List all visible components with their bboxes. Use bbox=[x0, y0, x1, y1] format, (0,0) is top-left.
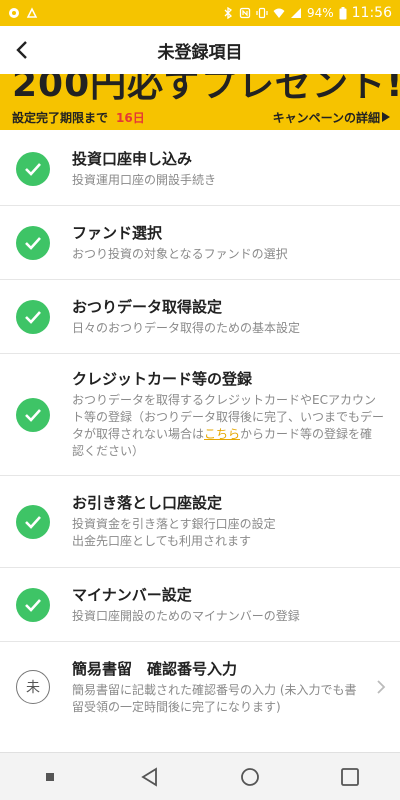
deadline-value: 16日 bbox=[116, 110, 145, 125]
list-item[interactable]: マイナンバー設定 投資口座開設のためのマイナンバーの登録 bbox=[0, 568, 400, 642]
list-item[interactable]: ファンド選択 おつり投資の対象となるファンドの選択 bbox=[0, 206, 400, 280]
item-title: ファンド選択 bbox=[72, 223, 163, 242]
item-title: マイナンバー設定 bbox=[72, 585, 192, 604]
item-subtitle: 投資口座開設のためのマイナンバーの登録 bbox=[72, 608, 300, 623]
check-circle-icon bbox=[16, 225, 50, 260]
check-circle-icon bbox=[16, 151, 50, 186]
vibrate-icon bbox=[256, 7, 268, 19]
nfc-icon bbox=[239, 7, 251, 19]
triangle-right-icon bbox=[382, 112, 390, 122]
item-title: 簡易書留 確認番号入力 bbox=[72, 659, 238, 678]
wifi-icon bbox=[273, 8, 285, 18]
item-title: クレジットカード等の登録 bbox=[72, 370, 253, 388]
chevron-left-icon bbox=[16, 41, 27, 59]
item-subtitle: 投資資金を引き落とす銀行口座の設定 bbox=[72, 517, 276, 531]
clock: 11:56 bbox=[351, 5, 392, 21]
chevron-right-icon bbox=[377, 680, 386, 694]
registration-list: 投資口座申し込み 投資運用口座の開設手続き ファンド選択 おつり投資の対象となる… bbox=[0, 132, 400, 732]
banner-headline: 200円必ずプレゼント!! bbox=[12, 74, 400, 105]
deadline-label: 設定完了期限まで bbox=[12, 110, 109, 125]
app-bar: 未登録項目 bbox=[0, 26, 400, 74]
banner-info-row: 設定完了期限まで 16日 キャンペーンの詳細 bbox=[0, 105, 400, 129]
item-title: おつりデータ取得設定 bbox=[72, 297, 223, 316]
campaign-detail-label: キャンペーンの詳細 bbox=[272, 110, 380, 125]
notification-icon bbox=[26, 7, 38, 18]
check-circle-icon bbox=[16, 504, 50, 539]
confirm-link[interactable]: こちら bbox=[204, 427, 240, 441]
item-subtitle: 出金先口座としても利用されます bbox=[72, 534, 252, 548]
bluetooth-icon bbox=[224, 7, 232, 19]
list-item[interactable]: 投資口座申し込み 投資運用口座の開設手続き bbox=[0, 132, 400, 206]
item-subtitle: 投資運用口座の開設手続き bbox=[72, 172, 217, 187]
list-item[interactable]: クレジットカード等の登録 おつりデータを取得するクレジットカードやECアカウント… bbox=[0, 354, 400, 476]
item-subtitle: おつり投資の対象となるファンドの選択 bbox=[72, 246, 288, 261]
check-circle-icon bbox=[16, 397, 50, 432]
check-circle-icon bbox=[16, 299, 50, 334]
check-circle-icon bbox=[16, 587, 50, 622]
status-bar: 94% 11:56 bbox=[0, 0, 400, 26]
nav-back-button[interactable] bbox=[126, 757, 174, 797]
signal-icon bbox=[290, 8, 301, 18]
square-recents-icon bbox=[341, 767, 359, 786]
nav-recents-button[interactable] bbox=[326, 757, 374, 797]
back-button[interactable] bbox=[8, 36, 36, 64]
item-title: 投資口座申し込み bbox=[72, 149, 193, 168]
campaign-banner[interactable]: 200円必ずプレゼント!! 設定完了期限まで 16日 キャンペーンの詳細 bbox=[0, 74, 400, 130]
nav-home-button[interactable] bbox=[226, 757, 274, 797]
campaign-detail-link[interactable]: キャンペーンの詳細 bbox=[273, 109, 390, 126]
page-title: 未登録項目 bbox=[157, 42, 243, 63]
battery-icon bbox=[339, 6, 347, 19]
list-item[interactable]: おつりデータ取得設定 日々のおつりデータ取得のための基本設定 bbox=[0, 280, 400, 354]
item-title: お引き落とし口座設定 bbox=[72, 494, 223, 512]
triangle-back-icon bbox=[141, 766, 157, 787]
battery-percent: 94% bbox=[306, 6, 334, 20]
settings-icon bbox=[9, 8, 19, 18]
nav-dot-button[interactable] bbox=[26, 757, 74, 797]
list-item[interactable]: お引き落とし口座設定 投資資金を引き落とす銀行口座の設定 出金先口座としても利用… bbox=[0, 476, 400, 568]
system-nav-bar bbox=[0, 752, 400, 800]
item-subtitle: 簡易書留に記載された確認番号の入力 (未入力でも書留受領の一定時間後に完了になり… bbox=[72, 682, 357, 714]
item-subtitle: おつりデータを取得するクレジットカードやECアカウント等の登録（おつりデータ取得… bbox=[72, 392, 384, 460]
square-dot-icon bbox=[46, 772, 54, 781]
pending-circle-icon: 未 bbox=[16, 670, 50, 704]
item-subtitle: 日々のおつりデータ取得のための基本設定 bbox=[72, 320, 301, 335]
list-item[interactable]: 未 簡易書留 確認番号入力 簡易書留に記載された確認番号の入力 (未入力でも書留… bbox=[0, 642, 400, 732]
circle-home-icon bbox=[241, 767, 259, 786]
